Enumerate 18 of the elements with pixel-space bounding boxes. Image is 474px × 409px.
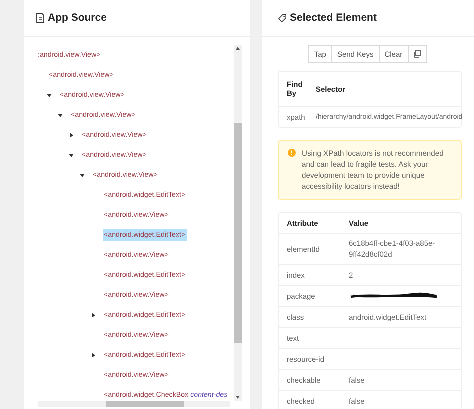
document-icon bbox=[36, 13, 45, 23]
caret-icon[interactable] bbox=[69, 152, 74, 158]
copy-icon bbox=[414, 50, 421, 58]
tag-icon bbox=[278, 14, 287, 22]
scroll-up-arrow-icon[interactable] bbox=[235, 45, 241, 53]
caret-icon[interactable] bbox=[47, 92, 52, 98]
scroll-down-arrow-icon[interactable] bbox=[235, 393, 241, 401]
copy-button[interactable] bbox=[408, 45, 427, 63]
caret-icon[interactable] bbox=[91, 352, 96, 358]
horizontal-scrollbar[interactable] bbox=[38, 401, 230, 407]
warning-icon bbox=[288, 149, 296, 157]
caret-icon[interactable] bbox=[91, 312, 96, 318]
panel-title: App Source bbox=[48, 12, 107, 24]
panel-title: Selected Element bbox=[290, 12, 377, 24]
vertical-scrollbar[interactable] bbox=[234, 45, 242, 401]
caret-icon[interactable] bbox=[80, 172, 85, 178]
caret-icon[interactable] bbox=[69, 132, 74, 138]
caret-icon[interactable] bbox=[58, 112, 63, 118]
